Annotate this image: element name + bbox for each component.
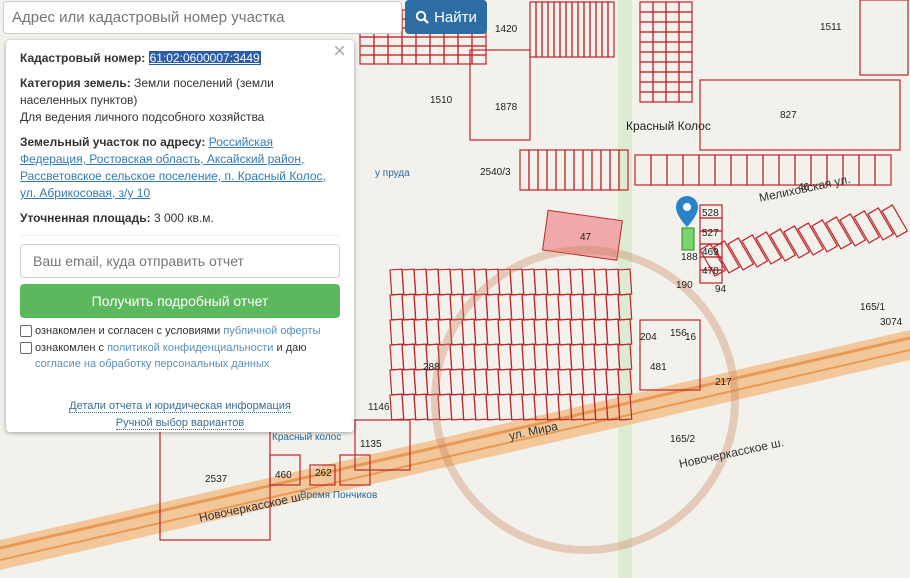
- search-button[interactable]: Найти: [405, 0, 487, 34]
- map-label: 156: [670, 328, 687, 339]
- cad-label: Кадастровый номер:: [20, 51, 146, 65]
- map-label: 3074: [880, 317, 903, 328]
- manual-select-link[interactable]: Ручной выбор вариантов: [115, 417, 245, 430]
- search-button-label: Найти: [434, 8, 477, 26]
- search-input[interactable]: [3, 1, 402, 34]
- map-label: 1511: [820, 22, 842, 33]
- map-label: Время Пончиков: [300, 490, 377, 501]
- map-label: 460: [275, 470, 292, 481]
- area-value: 3 000 кв.м.: [153, 211, 214, 225]
- land-use: Для ведения личного подсобного хозяйства: [20, 110, 265, 124]
- consent-link[interactable]: согласие на обработку персональных данны…: [35, 358, 269, 370]
- map-label: 528: [702, 208, 719, 219]
- cb2-mid: и даю: [273, 342, 307, 354]
- map-label: 470: [702, 266, 719, 277]
- details-link[interactable]: Детали отчета и юридическая информация: [69, 400, 291, 413]
- offer-checkbox[interactable]: [20, 325, 32, 337]
- map-label: 217: [715, 377, 732, 388]
- map-label: Красный колос: [272, 432, 341, 443]
- map-label: 527: [702, 228, 719, 239]
- map-label: 262: [315, 468, 332, 479]
- map-label: 165/1: [860, 302, 885, 313]
- map-label: Красный Колос: [626, 119, 711, 133]
- map-label: 1510: [430, 95, 453, 106]
- get-report-button[interactable]: Получить подробный отчет: [20, 284, 340, 318]
- privacy-checkbox[interactable]: [20, 342, 32, 354]
- map-label: 188: [681, 252, 698, 263]
- offer-link[interactable]: публичной оферты: [223, 325, 320, 337]
- map-label: 47: [580, 232, 592, 243]
- area-label: Уточненная площадь:: [20, 211, 151, 225]
- search-icon: [415, 10, 429, 24]
- map-label: 827: [780, 110, 797, 121]
- map-label: 165/2: [670, 434, 695, 445]
- privacy-link[interactable]: политикой конфиденциальности: [107, 342, 273, 354]
- cadastral-number[interactable]: 61:02:0600007:3449: [148, 51, 261, 65]
- map-label: 2537: [205, 474, 228, 485]
- map-label: 46: [798, 182, 810, 193]
- map-label: у пруда: [375, 168, 410, 179]
- cb2-text: ознакомлен с: [35, 342, 108, 354]
- map-label: 2540/3: [480, 167, 511, 178]
- map-label: 1878: [495, 102, 518, 113]
- map-label: 1135: [360, 439, 382, 450]
- email-input[interactable]: [20, 244, 340, 278]
- close-icon[interactable]: ×: [333, 40, 346, 62]
- map-label: 288: [423, 362, 440, 373]
- map-label: 16: [685, 332, 697, 343]
- address-label: Земельный участок по адресу:: [20, 135, 206, 149]
- map-label: 204: [640, 332, 657, 343]
- map-label: 1146: [368, 402, 390, 413]
- map-label: 190: [676, 280, 693, 291]
- category-label: Категория земель:: [20, 76, 131, 90]
- map-label: 481: [650, 362, 667, 373]
- map-label: 94: [715, 284, 727, 295]
- map-label: 1420: [495, 24, 518, 35]
- parcel-info-panel: × Кадастровый номер: 61:02:0600007:3449 …: [6, 40, 354, 432]
- map-label: 469: [702, 247, 719, 258]
- cb1-text: ознакомлен и согласен с условиями: [35, 325, 224, 337]
